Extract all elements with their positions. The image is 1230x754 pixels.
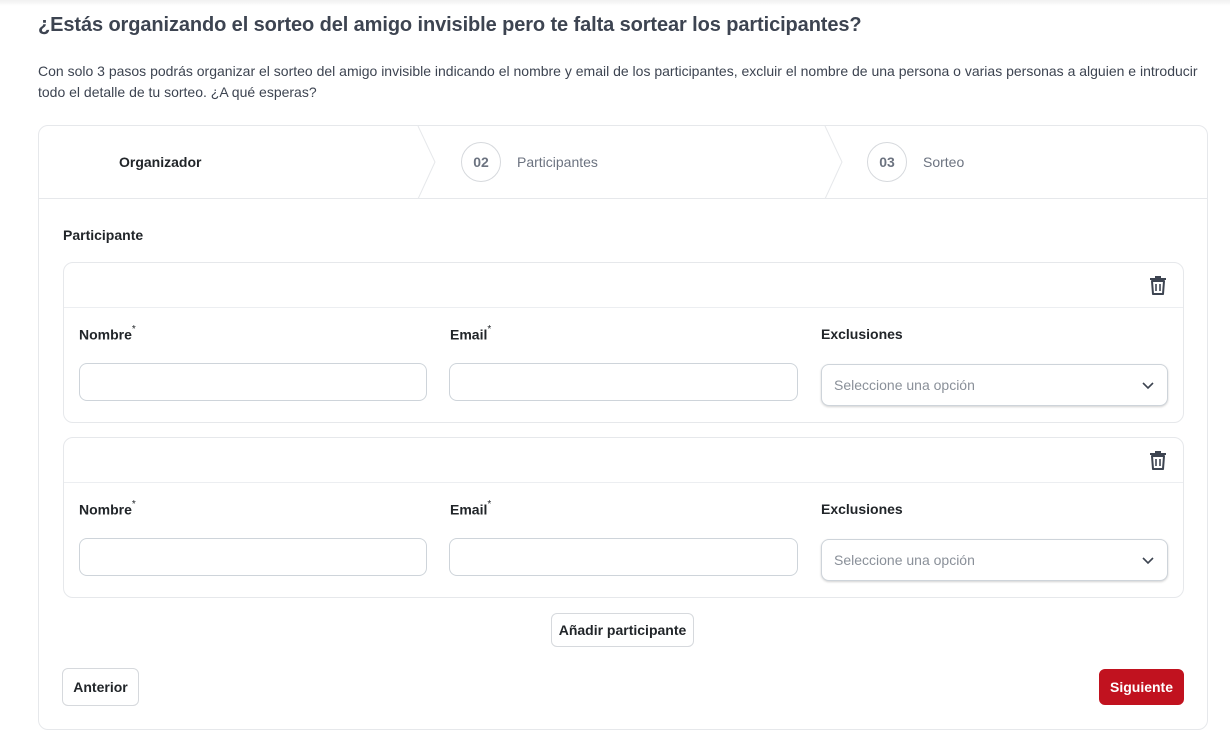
top-shadow	[0, 0, 1230, 6]
step-number-03: 03	[867, 142, 907, 182]
intro-text: Con solo 3 pasos podrás organizar el sor…	[38, 63, 1198, 100]
email-input[interactable]	[449, 363, 798, 401]
trash-icon[interactable]	[1149, 450, 1167, 470]
step-label-sorteo: Sorteo	[923, 154, 965, 170]
page-title: ¿Estás organizando el sorteo del amigo i…	[38, 14, 862, 36]
email-label: Email*	[450, 499, 492, 518]
step-separator-icon	[417, 126, 436, 199]
step-organizador[interactable]: Organizador	[119, 126, 201, 198]
email-input[interactable]	[449, 538, 798, 576]
participant-card-header	[64, 263, 1183, 308]
chevron-down-icon	[1142, 557, 1154, 565]
trash-icon[interactable]	[1149, 275, 1167, 295]
step-number-02: 02	[461, 142, 501, 182]
exclusions-select[interactable]: Seleccione una opción	[821, 539, 1168, 581]
name-input[interactable]	[79, 538, 427, 576]
step-label-participantes: Participantes	[517, 154, 598, 170]
next-button[interactable]: Siguiente	[1099, 669, 1184, 705]
exclusions-label: Exclusiones	[821, 326, 903, 342]
chevron-down-icon	[1142, 382, 1154, 390]
exclusions-placeholder: Seleccione una opción	[834, 377, 975, 393]
add-participant-button[interactable]: Añadir participante	[551, 613, 694, 647]
participant-card-header	[64, 438, 1183, 483]
name-label: Nombre*	[79, 499, 136, 518]
step-participantes[interactable]: 02 Participantes	[461, 126, 598, 198]
step-sorteo[interactable]: 03 Sorteo	[867, 126, 964, 198]
section-label: Participante	[63, 227, 144, 243]
exclusions-label: Exclusiones	[821, 501, 903, 517]
wizard-card: Organizador 02 Participantes 03 Sorteo P…	[38, 125, 1208, 730]
name-label: Nombre*	[79, 324, 136, 343]
email-label: Email*	[450, 324, 492, 343]
participant-card: Nombre* Email* Exclusiones Seleccione un…	[63, 437, 1184, 598]
step-label-organizador: Organizador	[119, 154, 202, 170]
participant-card: Nombre* Email* Exclusiones Seleccione un…	[63, 262, 1184, 423]
stepper: Organizador 02 Participantes 03 Sorteo	[39, 126, 1207, 199]
previous-button[interactable]: Anterior	[62, 668, 139, 706]
exclusions-select[interactable]: Seleccione una opción	[821, 364, 1168, 406]
name-input[interactable]	[79, 363, 427, 401]
step-separator-icon	[824, 126, 843, 199]
exclusions-placeholder: Seleccione una opción	[834, 552, 975, 568]
